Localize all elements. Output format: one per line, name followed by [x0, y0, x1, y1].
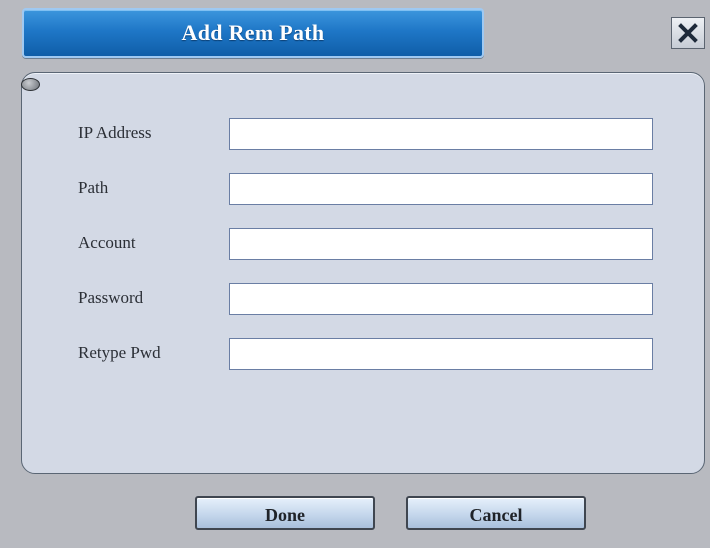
path-label: Path	[78, 178, 109, 197]
ip-address-input[interactable]	[229, 118, 653, 150]
retype-password-label: Retype Pwd	[78, 343, 161, 362]
account-row: Account	[0, 228, 710, 262]
password-row: Password	[0, 283, 710, 317]
close-icon	[678, 23, 698, 43]
account-label: Account	[78, 233, 136, 252]
account-input[interactable]	[229, 228, 653, 260]
close-button[interactable]	[671, 17, 705, 49]
done-button[interactable]: Done	[195, 496, 375, 530]
password-input[interactable]	[229, 283, 653, 315]
dialog-title: Add Rem Path	[181, 20, 325, 45]
status-indicator-icon	[21, 78, 40, 91]
retype-password-input[interactable]	[229, 338, 653, 370]
path-row: Path	[0, 173, 710, 207]
ip-address-label: IP Address	[78, 123, 152, 142]
password-label: Password	[78, 288, 144, 307]
path-input[interactable]	[229, 173, 653, 205]
dialog-title-bar: Add Rem Path	[22, 8, 484, 58]
cancel-button[interactable]: Cancel	[406, 496, 586, 530]
ip-address-row: IP Address	[0, 118, 710, 152]
add-rem-path-dialog: Add Rem Path IP Address Path Account Pas…	[0, 0, 710, 548]
retype-password-row: Retype Pwd	[0, 338, 710, 372]
